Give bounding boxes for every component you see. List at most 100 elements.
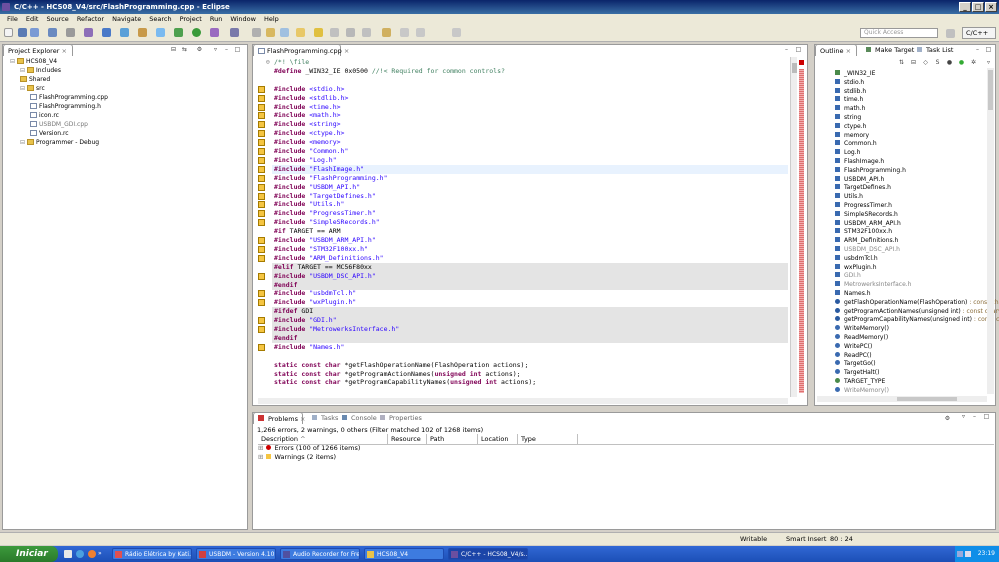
code-line[interactable]: #include "ProgressTimer.h"	[274, 209, 376, 218]
code-line[interactable]: #include "MetrowerksInterface.h"	[274, 325, 399, 334]
code-line[interactable]: #include "Log.h"	[274, 156, 337, 165]
outline-menu-icon[interactable]: ▿	[985, 59, 992, 66]
outline-item[interactable]: time.h	[835, 96, 863, 105]
search-icon[interactable]	[156, 28, 165, 37]
outline-item[interactable]: USBDM_ARM_API.h	[835, 219, 901, 229]
link-editor-icon[interactable]: ⇆	[181, 46, 188, 53]
sort-icon[interactable]: ⇅	[898, 59, 905, 66]
outline-item[interactable]: ARM_Definitions.h	[835, 237, 898, 246]
problems-menu-icon[interactable]: ▿	[960, 413, 967, 420]
group-includes-icon[interactable]: ✲	[970, 59, 977, 66]
column-header-location[interactable]: Location	[478, 434, 518, 444]
back-icon[interactable]	[400, 28, 409, 37]
code-line[interactable]: #include "STM32F100xx.h"	[274, 245, 368, 254]
minimize-view-icon[interactable]: –	[223, 46, 230, 53]
menu-search[interactable]: Search	[145, 14, 175, 24]
browser-icon[interactable]	[76, 550, 84, 558]
taskbar-item[interactable]: C/C++ - HCS08_V4/s...	[448, 548, 528, 560]
tab-console[interactable]: Console	[338, 412, 381, 424]
menu-refactor[interactable]: Refactor	[73, 14, 108, 24]
hide-fields-icon[interactable]: ◇	[922, 59, 929, 66]
outline-scroll-thumb[interactable]	[988, 70, 993, 110]
open-resource-icon[interactable]	[266, 28, 275, 37]
tray-network-icon[interactable]	[957, 551, 963, 557]
open-perspective-icon[interactable]	[946, 29, 955, 38]
expand-toggle-icon[interactable]: ⊟	[20, 85, 25, 92]
next-annotation-icon[interactable]	[362, 28, 371, 37]
code-line[interactable]: #include <memory>	[274, 138, 341, 147]
expand-warnings-icon[interactable]: ⊞	[258, 453, 263, 461]
outline-item[interactable]: TargetDefines.h	[835, 184, 891, 193]
taskbar-item[interactable]: HCS08_V4	[364, 548, 444, 560]
tree-item[interactable]: FlashProgramming.h	[30, 103, 101, 111]
tree-item[interactable]: Version.rc	[30, 130, 69, 138]
last-edit-icon[interactable]	[452, 28, 461, 37]
quick-access-input[interactable]: Quick Access	[860, 28, 938, 38]
tree-item[interactable]: ⊟ src	[20, 85, 45, 93]
warning-marker-icon[interactable]	[258, 317, 265, 325]
code-line[interactable]: #include <stdlib.h>	[274, 94, 348, 103]
editor-maximize-icon[interactable]: □	[795, 46, 802, 53]
expand-toggle-icon[interactable]: ⊟	[10, 58, 15, 65]
warning-marker-icon[interactable]	[258, 254, 265, 262]
editor-minimize-icon[interactable]: –	[783, 46, 790, 53]
menu-window[interactable]: Window	[226, 14, 260, 24]
code-line[interactable]: /*! \file	[274, 58, 309, 67]
tree-item[interactable]: ⊟ Includes	[20, 67, 61, 75]
problems-filter-icon[interactable]: ⚙	[944, 415, 951, 422]
task-icon[interactable]	[280, 28, 289, 37]
maximize-button[interactable]: □	[972, 2, 984, 12]
code-line[interactable]: #include <ctype.h>	[274, 129, 344, 138]
code-line[interactable]: #include "wxPlugin.h"	[274, 298, 356, 307]
save-all-icon[interactable]	[30, 28, 39, 37]
warning-marker-icon[interactable]	[258, 139, 265, 147]
build-icon[interactable]	[84, 28, 93, 37]
outline-item[interactable]: Common.h	[835, 140, 877, 149]
tab-make-target[interactable]: Make Target	[862, 44, 918, 56]
code-line[interactable]: #endif	[274, 281, 297, 290]
taskbar-item[interactable]: Rádio Elétrica by Kati...	[112, 548, 192, 560]
tab-problems[interactable]: Problems ×	[253, 412, 306, 424]
warning-marker-icon[interactable]	[258, 183, 265, 191]
toggle-block-icon[interactable]	[330, 28, 339, 37]
print-icon[interactable]	[48, 28, 57, 37]
code-line[interactable]: #ifdef GDI	[274, 307, 313, 316]
warning-marker-icon[interactable]	[258, 219, 265, 227]
external-tools-icon[interactable]	[210, 28, 219, 37]
code-line[interactable]: #include "USBDM_API.h"	[274, 183, 360, 192]
code-line[interactable]: #define _WIN32_IE 0x0500 //!< Required f…	[274, 67, 505, 76]
forward-icon[interactable]	[416, 28, 425, 37]
outline-item[interactable]: WriteMemory()	[835, 325, 889, 334]
tree-item[interactable]: ⊟ Programmer - Debug	[20, 139, 99, 147]
taskbar-item[interactable]: USBDM - Version 4.10....	[196, 548, 276, 560]
tree-item[interactable]: FlashProgramming.cpp	[30, 94, 108, 102]
outline-item[interactable]: TargetHalt()	[835, 369, 879, 378]
outline-item[interactable]: TARGET_TYPE	[835, 378, 885, 387]
quicklaunch-more-icon[interactable]: »	[98, 551, 104, 557]
code-line[interactable]: #elif TARGET == MC56F80xx	[274, 263, 372, 272]
warning-marker-icon[interactable]	[258, 112, 265, 120]
outline-maximize-icon[interactable]: □	[985, 46, 992, 53]
outline-item[interactable]: memory	[835, 131, 869, 141]
tab-task-list[interactable]: Task List	[913, 44, 957, 56]
menu-help[interactable]: Help	[260, 14, 283, 24]
outline-item[interactable]: ctype.h	[835, 122, 866, 132]
view-menu-icon[interactable]: ▿	[212, 46, 219, 53]
outline-item[interactable]: SimpleSRecords.h	[835, 210, 898, 220]
scroll-thumb[interactable]	[792, 63, 797, 73]
expand-toggle-icon[interactable]: ⊟	[20, 67, 25, 74]
collapse-outline-icon[interactable]: ⊟	[910, 59, 917, 66]
previous-annotation-icon[interactable]	[382, 28, 391, 37]
warning-marker-icon[interactable]	[258, 299, 265, 307]
code-line[interactable]: #include <time.h>	[274, 103, 341, 112]
perspective-switcher[interactable]: C/C++	[962, 27, 996, 39]
open-type-icon[interactable]	[252, 28, 261, 37]
filter-icon[interactable]: ⚙	[196, 46, 203, 53]
outline-item[interactable]: USBDM_DSC_API.h	[835, 246, 900, 255]
menu-project[interactable]: Project	[176, 14, 206, 24]
code-line[interactable]: #include "Utils.h"	[274, 200, 344, 209]
warning-marker-icon[interactable]	[258, 174, 265, 182]
outline-item[interactable]: USBDM_API.h	[835, 175, 884, 185]
warning-marker-icon[interactable]	[258, 165, 265, 173]
code-line[interactable]: #include "FlashImage.h"	[274, 165, 364, 174]
